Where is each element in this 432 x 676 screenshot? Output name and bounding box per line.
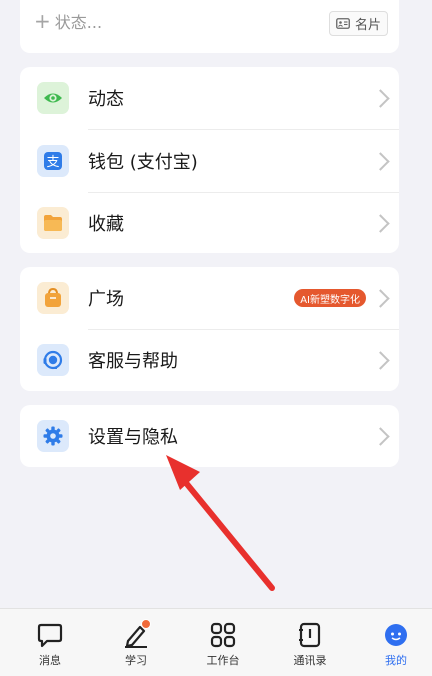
- tab-study[interactable]: 学习: [106, 609, 166, 676]
- card-icon: [336, 18, 350, 29]
- tab-me[interactable]: 我的: [366, 609, 426, 676]
- tab-label: 消息: [39, 654, 61, 667]
- svg-text:支: 支: [46, 155, 59, 170]
- menu-group-1: 动态 支 钱包 (支付宝) 收藏: [20, 67, 399, 253]
- add-status-button[interactable]: + 状态...: [34, 9, 102, 33]
- menu-item-favorites[interactable]: 收藏: [20, 192, 399, 253]
- menu-item-label: 钱包 (支付宝): [88, 152, 198, 173]
- status-placeholder: 状态...: [54, 13, 103, 32]
- grid-icon: [209, 621, 237, 649]
- avatar-icon: [382, 621, 410, 649]
- tab-messages[interactable]: 消息: [20, 609, 80, 676]
- menu-item-square[interactable]: 广场 AI新塑数字化: [20, 267, 399, 329]
- tab-label: 通讯录: [293, 654, 327, 667]
- menu-item-label: 广场: [88, 289, 124, 310]
- chevron-right-icon: [371, 213, 390, 233]
- folder-icon: [37, 207, 69, 239]
- chevron-right-icon: [371, 88, 390, 108]
- notification-dot: [141, 619, 151, 629]
- business-card-button[interactable]: 名片: [328, 11, 388, 36]
- chevron-right-icon: [371, 151, 390, 171]
- profile-card: + 状态... 名片: [20, 0, 399, 53]
- menu-group-3: 设置与隐私: [20, 405, 399, 467]
- alipay-icon: 支: [37, 145, 69, 177]
- menu-item-label: 客服与帮助: [88, 351, 178, 372]
- menu-item-label: 设置与隐私: [88, 427, 178, 448]
- bottom-tab-bar: 消息 学习 工作台 通讯录 我的: [0, 608, 432, 676]
- tab-label: 学习: [125, 654, 147, 667]
- headset-icon: [37, 344, 69, 376]
- menu-item-label: 收藏: [88, 214, 124, 235]
- contacts-icon: [296, 621, 324, 649]
- menu-item-help[interactable]: 客服与帮助: [20, 329, 399, 391]
- tab-label: 我的: [385, 654, 407, 667]
- promo-badge: AI新塑数字化: [294, 289, 366, 307]
- menu-item-settings[interactable]: 设置与隐私: [20, 405, 399, 467]
- gear-icon: [37, 420, 69, 452]
- tab-contacts[interactable]: 通讯录: [280, 609, 340, 676]
- plus-icon: +: [34, 9, 51, 33]
- chevron-right-icon: [371, 350, 390, 370]
- menu-item-label: 动态: [88, 89, 124, 110]
- menu-group-2: 广场 AI新塑数字化 客服与帮助: [20, 267, 399, 391]
- menu-item-wallet[interactable]: 支 钱包 (支付宝): [20, 130, 399, 192]
- eye-icon: [37, 82, 69, 114]
- tab-label: 工作台: [206, 654, 240, 667]
- chevron-right-icon: [371, 426, 390, 446]
- tab-workbench[interactable]: 工作台: [193, 609, 253, 676]
- chat-icon: [36, 621, 64, 649]
- menu-item-moments[interactable]: 动态: [20, 67, 399, 129]
- pen-icon: [122, 619, 151, 649]
- chevron-right-icon: [371, 288, 390, 308]
- bag-icon: [37, 282, 69, 314]
- business-card-label: 名片: [354, 18, 381, 33]
